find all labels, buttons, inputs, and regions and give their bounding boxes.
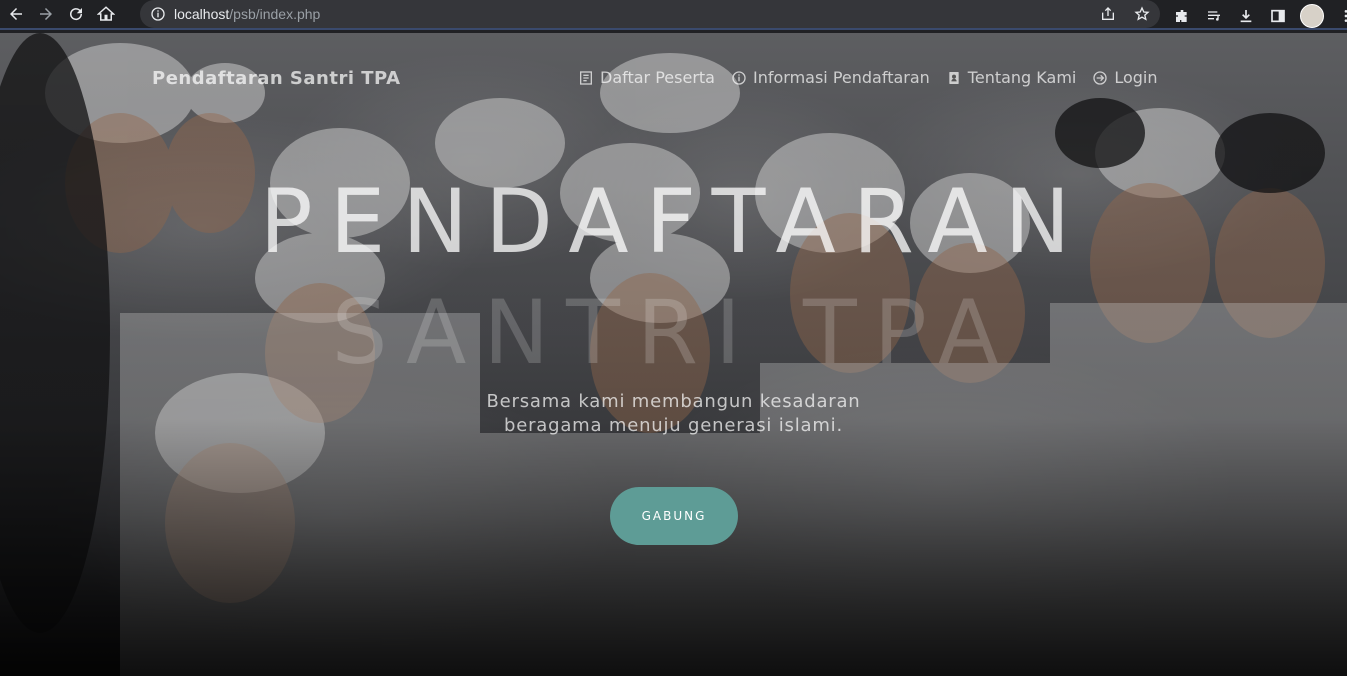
nav-item-login[interactable]: Login	[1092, 68, 1158, 87]
browser-toolbar: localhost/psb/index.php	[0, 0, 1347, 28]
site-brand[interactable]: Pendaftaran Santri TPA	[152, 68, 401, 89]
address-bar[interactable]: localhost/psb/index.php	[140, 0, 1160, 28]
media-playlist-icon[interactable]	[1204, 6, 1224, 26]
side-panel-icon[interactable]	[1268, 6, 1288, 26]
url-path: /psb/index.php	[229, 6, 321, 22]
hero-section: Pendaftaran Santri TPA Daftar Peserta In…	[0, 33, 1347, 676]
hero-title-line1: PENDAFTARAN	[259, 170, 1088, 273]
site-info-icon[interactable]	[150, 6, 166, 22]
list-doc-icon	[580, 70, 592, 85]
extensions-icon[interactable]	[1172, 6, 1192, 26]
hero-subtitle-line2: beragama menuju generasi islami.	[503, 415, 843, 436]
nav-label: Informasi Pendaftaran	[752, 68, 930, 87]
share-icon[interactable]	[1098, 4, 1118, 24]
profile-avatar[interactable]	[1300, 4, 1324, 28]
nav-label: Daftar Peserta	[600, 68, 715, 87]
main-nav: Daftar Peserta Informasi Pendaftaran Ten…	[578, 68, 1158, 87]
download-icon[interactable]	[1236, 6, 1256, 26]
url-host: localhost	[174, 6, 230, 22]
back-icon[interactable]	[2, 0, 30, 28]
login-icon	[1093, 70, 1108, 85]
nav-label: Login	[1114, 68, 1158, 87]
info-icon	[732, 70, 746, 85]
url-text: localhost/psb/index.php	[174, 6, 320, 22]
home-icon[interactable]	[92, 0, 120, 28]
reload-icon[interactable]	[62, 0, 90, 28]
hero-subtitle-line1: Bersama kami membangun kesadaran	[486, 391, 861, 412]
hero-subtitle: Bersama kami membangun kesadaran beragam…	[0, 390, 1347, 438]
nav-label: Tentang Kami	[967, 68, 1077, 87]
nav-item-informasi-pendaftaran[interactable]: Informasi Pendaftaran	[731, 68, 930, 87]
bookmark-star-icon[interactable]	[1132, 4, 1152, 24]
nav-item-daftar-peserta[interactable]: Daftar Peserta	[578, 68, 715, 87]
contact-card-icon	[949, 71, 959, 84]
nav-item-tentang-kami[interactable]: Tentang Kami	[946, 68, 1077, 87]
forward-icon[interactable]	[32, 0, 60, 28]
more-menu-icon[interactable]	[1336, 6, 1347, 26]
hero-title-line2: SANTRI TPA	[331, 281, 1016, 384]
join-button[interactable]: GABUNG	[610, 487, 738, 545]
